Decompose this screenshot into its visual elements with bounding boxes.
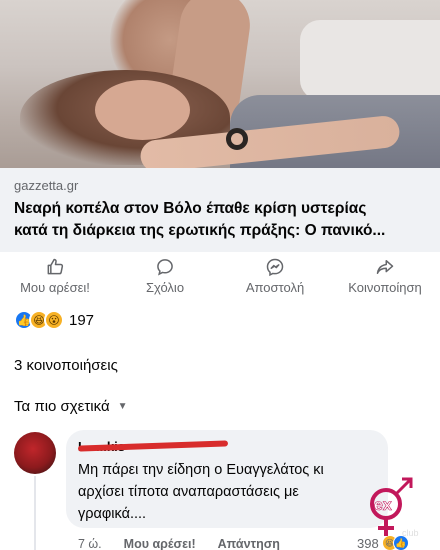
comment-button[interactable]: Σχόλιο [110, 252, 220, 300]
comment-button-label: Σχόλιο [145, 280, 185, 295]
svg-text:ex: ex [374, 497, 392, 514]
comment-sort-dropdown[interactable]: Τα πιο σχετικά ▼ [14, 398, 128, 415]
comment-icon [157, 259, 173, 276]
chevron-down-icon: ▼ [117, 401, 128, 412]
image-pillow-shape [300, 20, 440, 100]
link-headline-line2: κατά τη διάρκεια της ερωτικής πράξης: Ο … [14, 222, 386, 239]
link-preview-image[interactable] [0, 0, 440, 168]
wow-reaction-icon: 😮 [44, 310, 64, 330]
post-action-bar: Μου αρέσει! Σχόλιο Αποστολή Κοινοποίηση [0, 252, 440, 300]
share-button[interactable]: Κοινοποίηση [330, 252, 440, 300]
share-icon [376, 260, 394, 274]
like-button-label: Μου αρέσει! [20, 280, 90, 295]
comment-text-line2: αρχίσει τίποτα αναπαραστάσεις με [78, 484, 299, 500]
image-bracelet-shape [226, 128, 248, 150]
comment-text: Μη πάρει την είδηση ο Ευαγγελάτος κι αρχ… [78, 459, 376, 525]
comment-text-line1: Μη πάρει την είδηση ο Ευαγγελάτος κι [78, 462, 324, 478]
shares-count[interactable]: 3 κοινοποιήσεις [14, 357, 118, 374]
comment-author[interactable]: Ι... ...kis [77, 439, 376, 455]
share-button-label: Κοινοποίηση [348, 280, 422, 295]
image-face-shape [95, 80, 190, 140]
reactions-summary[interactable]: 👍 😆 😮 197 [14, 309, 94, 331]
comment-sort-label: Τα πιο σχετικά [14, 398, 110, 415]
comment-time[interactable]: 7 ώ. [78, 537, 102, 550]
messenger-icon [266, 258, 284, 277]
comment-bubble[interactable]: Ι... ...kis Μη πάρει την είδηση ο Ευαγγε… [66, 430, 388, 528]
comment-text-line3: γραφικά.... [78, 506, 147, 522]
comment-like-button[interactable]: Μου αρέσει! [124, 537, 196, 550]
thread-line [34, 476, 36, 550]
sex-club-watermark-logo: ex club [370, 477, 419, 538]
comment-meta: 7 ώ. Μου αρέσει! Απάντηση [78, 537, 302, 550]
send-button[interactable]: Αποστολή [220, 252, 330, 300]
comment-reply-button[interactable]: Απάντηση [218, 537, 280, 550]
svg-text:club: club [402, 528, 419, 538]
reaction-count: 197 [69, 311, 95, 329]
avatar[interactable] [14, 432, 56, 474]
send-button-label: Αποστολή [245, 280, 305, 295]
like-button[interactable]: Μου αρέσει! [0, 252, 110, 300]
link-caption[interactable]: gazzetta.gr Νεαρή κοπέλα στον Βόλο έπαθε… [0, 168, 440, 252]
link-headline-line1: Νεαρή κοπέλα στον Βόλο έπαθε κρίση υστερ… [14, 200, 367, 217]
link-source: gazzetta.gr [14, 178, 79, 193]
like-icon [47, 258, 64, 275]
